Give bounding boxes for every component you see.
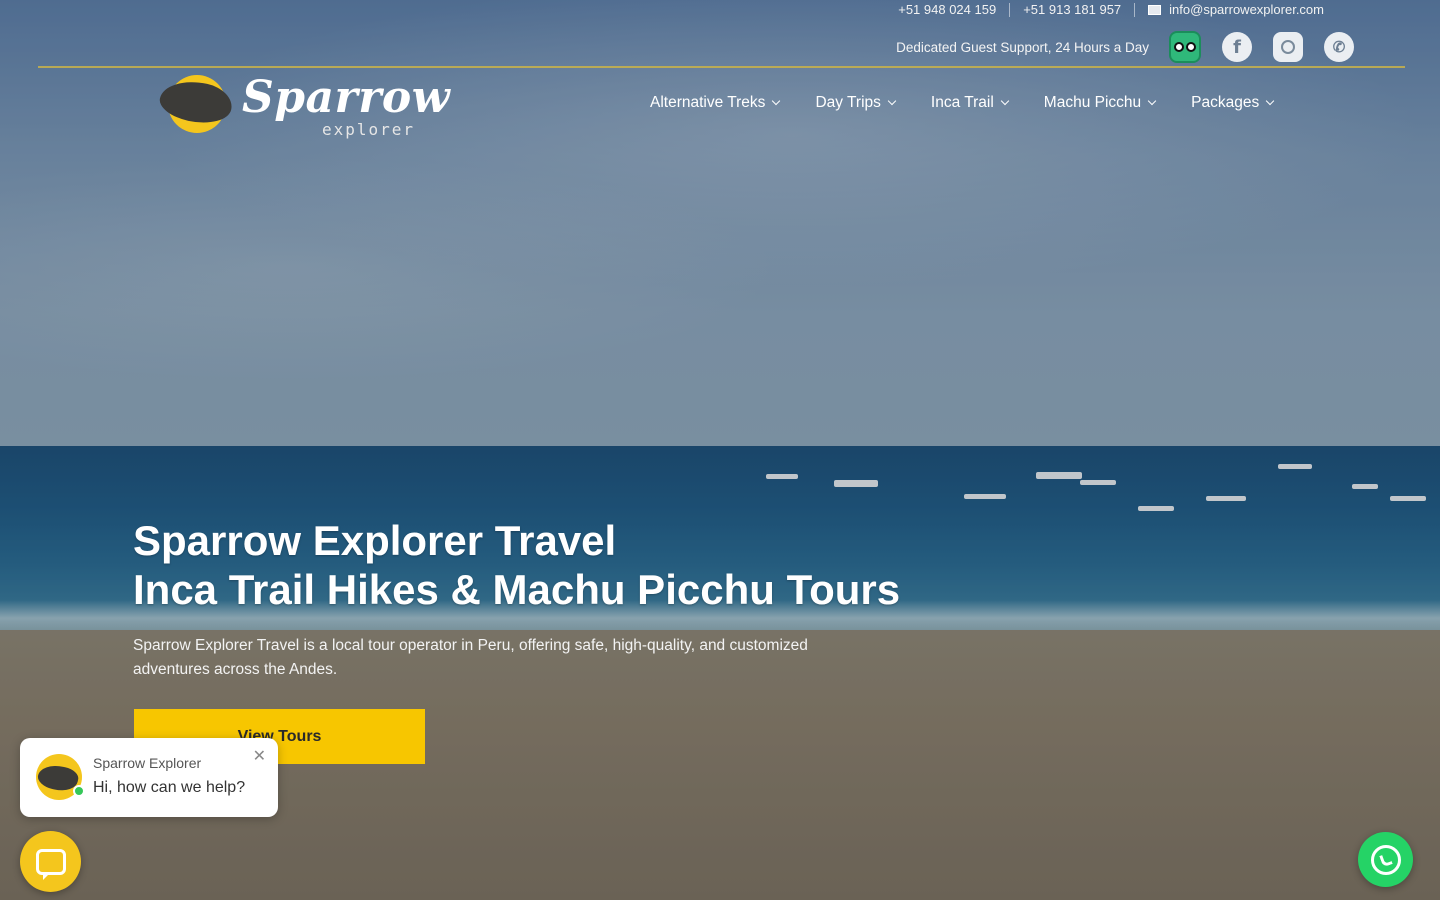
logo-sub: explorer — [322, 120, 416, 139]
logo-bird-icon — [156, 74, 236, 130]
hero-title-line-1: Sparrow Explorer Travel — [133, 517, 617, 564]
facebook-icon[interactable]: f — [1222, 32, 1252, 62]
chevron-down-icon — [887, 96, 897, 106]
nav-item-alternative-treks[interactable]: Alternative Treks — [650, 94, 781, 112]
nav-item-inca-trail[interactable]: Inca Trail — [930, 94, 1010, 112]
support-text: Dedicated Guest Support, 24 Hours a Day — [896, 39, 1149, 55]
close-icon[interactable]: ✕ — [253, 749, 266, 765]
hero-description: Sparrow Explorer Travel is a local tour … — [133, 637, 808, 678]
separator — [1134, 2, 1136, 17]
chevron-down-icon — [1000, 96, 1010, 106]
whatsapp-float-button[interactable] — [1358, 832, 1413, 887]
chevron-down-icon — [1265, 96, 1275, 106]
chat-message: Hi, how can we help? — [93, 779, 246, 796]
nav-item-day-trips[interactable]: Day Trips — [815, 94, 897, 112]
nav-item-label: Packages — [1191, 94, 1260, 111]
hero-title-line-2: Inca Trail Hikes & Machu Picchu Tours — [133, 566, 901, 613]
whatsapp-icon — [1370, 844, 1401, 875]
phone-link-1[interactable]: +51 948 024 159 — [898, 2, 996, 17]
nav-item-packages[interactable]: Packages — [1191, 94, 1275, 112]
header-divider — [38, 66, 1405, 68]
nav-item-label: Machu Picchu — [1043, 94, 1142, 111]
top-bar: +51 948 024 159 +51 913 181 957 info@spa… — [0, 0, 1440, 66]
phone-link-2[interactable]: +51 913 181 957 — [1023, 2, 1121, 17]
support-row: Dedicated Guest Support, 24 Hours a Day … — [896, 31, 1354, 63]
contact-row: +51 948 024 159 +51 913 181 957 info@spa… — [898, 2, 1324, 17]
nav-item-label: Alternative Treks — [650, 94, 766, 111]
tripadvisor-eyes — [1174, 42, 1196, 52]
whatsapp-icon[interactable]: ✆ — [1324, 32, 1354, 62]
chat-launcher-button[interactable] — [20, 831, 81, 892]
email-link[interactable]: info@sparrowexplorer.com — [1169, 2, 1324, 17]
tripadvisor-icon[interactable] — [1169, 31, 1201, 63]
nav-item-label: Inca Trail — [930, 94, 994, 111]
chat-popup[interactable]: Sparrow Explorer Hi, how can we help? ✕ — [20, 738, 278, 817]
chat-agent-name: Sparrow Explorer — [93, 755, 202, 771]
separator — [1009, 2, 1011, 17]
mail-icon — [1148, 4, 1162, 15]
online-status-dot — [73, 785, 85, 797]
nav-item-machu-picchu[interactable]: Machu Picchu — [1043, 94, 1157, 112]
phone-icon — [1378, 852, 1393, 867]
chat-bubble-icon — [35, 848, 66, 880]
instagram-icon[interactable] — [1273, 32, 1303, 62]
chevron-down-icon — [1147, 96, 1157, 106]
chevron-down-icon — [772, 96, 781, 106]
logo-name: Sparrow — [242, 72, 451, 123]
nav-item-label: Day Trips — [815, 94, 881, 111]
main-nav: Alternative Treks Day Trips Inca Trail M… — [650, 94, 1309, 112]
site-logo[interactable]: Sparrow explorer — [156, 70, 450, 142]
hero-title: Sparrow Explorer Travel Inca Trail Hikes… — [133, 516, 900, 614]
